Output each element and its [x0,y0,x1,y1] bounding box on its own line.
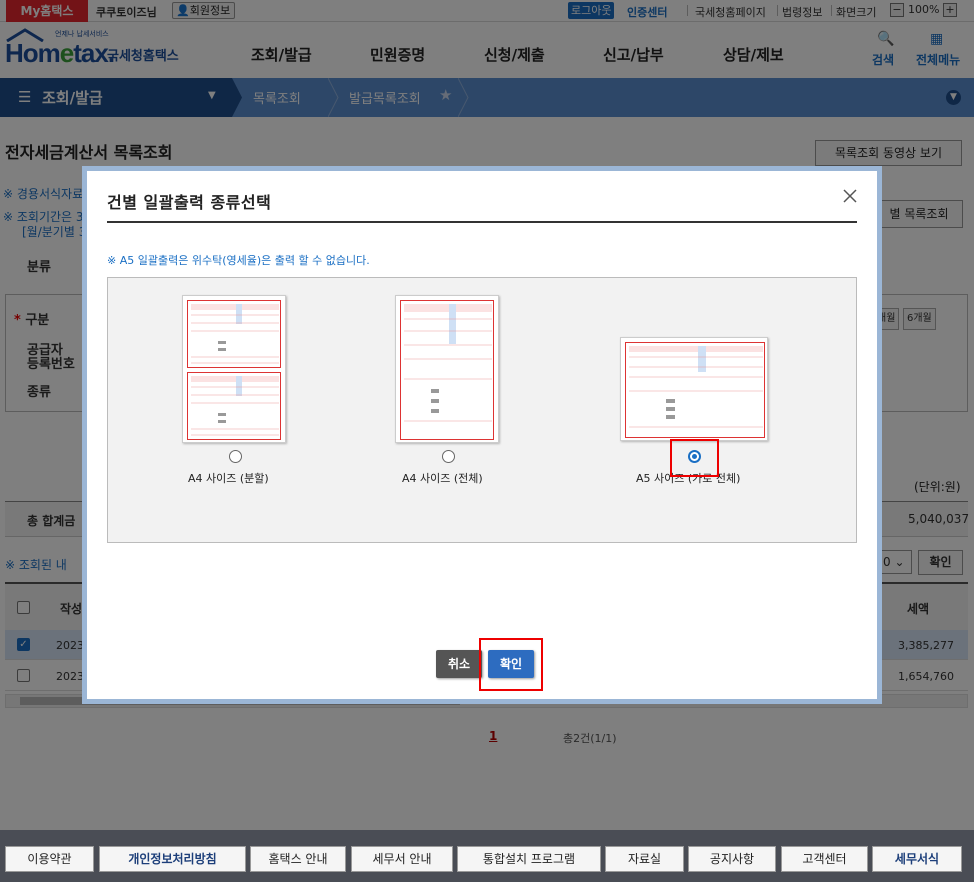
invoice-thumbnail [187,372,281,440]
footer-tax-forms[interactable]: 세무서식 [872,846,962,872]
footer-notices[interactable]: 공지사항 [688,846,776,872]
a4-full-radio[interactable] [442,450,455,463]
cancel-button[interactable]: 취소 [436,650,482,678]
invoice-thumbnail [400,300,494,440]
footer-tax-office-guide[interactable]: 세무서 안내 [351,846,453,872]
a4-split-radio[interactable] [229,450,242,463]
invoice-thumbnail [187,300,281,368]
invoice-thumbnail-graphic [191,304,279,364]
print-type-dialog: 건별 일괄출력 종류선택 ※ A5 일괄출력은 위수탁(영세율)은 출력 할 수… [87,171,877,699]
invoice-thumbnail-graphic [629,346,763,428]
a4-full-preview[interactable] [395,295,499,443]
dialog-title: 건별 일괄출력 종류선택 [107,193,272,212]
footer-archive[interactable]: 자료실 [605,846,684,872]
dialog-title-rule [107,221,857,223]
confirm-highlight-box [479,638,543,691]
invoice-thumbnail-graphic [191,376,279,436]
footer-customer-center[interactable]: 고객센터 [781,846,868,872]
a4-split-label[interactable]: A4 사이즈 (분할) [188,470,269,486]
close-icon[interactable] [841,187,859,205]
dialog-note: ※ A5 일괄출력은 위수탁(영세율)은 출력 할 수 없습니다. [107,254,370,267]
site-footer: 이용약관 개인정보처리방침 홈택스 안내 세무서 안내 통합설치 프로그램 자료… [0,830,974,882]
footer-terms[interactable]: 이용약관 [5,846,94,872]
footer-privacy-policy[interactable]: 개인정보처리방침 [99,846,246,872]
invoice-thumbnail-graphic [404,304,492,422]
a5-landscape-preview[interactable] [620,337,768,441]
a4-full-label[interactable]: A4 사이즈 (전체) [402,470,483,486]
footer-hometax-guide[interactable]: 홈택스 안내 [250,846,346,872]
print-options-panel: A4 사이즈 (분할) A4 사이즈 (전체) A5 사이즈 (가로 전체) [107,277,857,543]
footer-install-program[interactable]: 통합설치 프로그램 [457,846,601,872]
a4-split-preview[interactable] [182,295,286,443]
invoice-thumbnail [625,342,765,438]
selection-highlight-box [670,439,719,477]
